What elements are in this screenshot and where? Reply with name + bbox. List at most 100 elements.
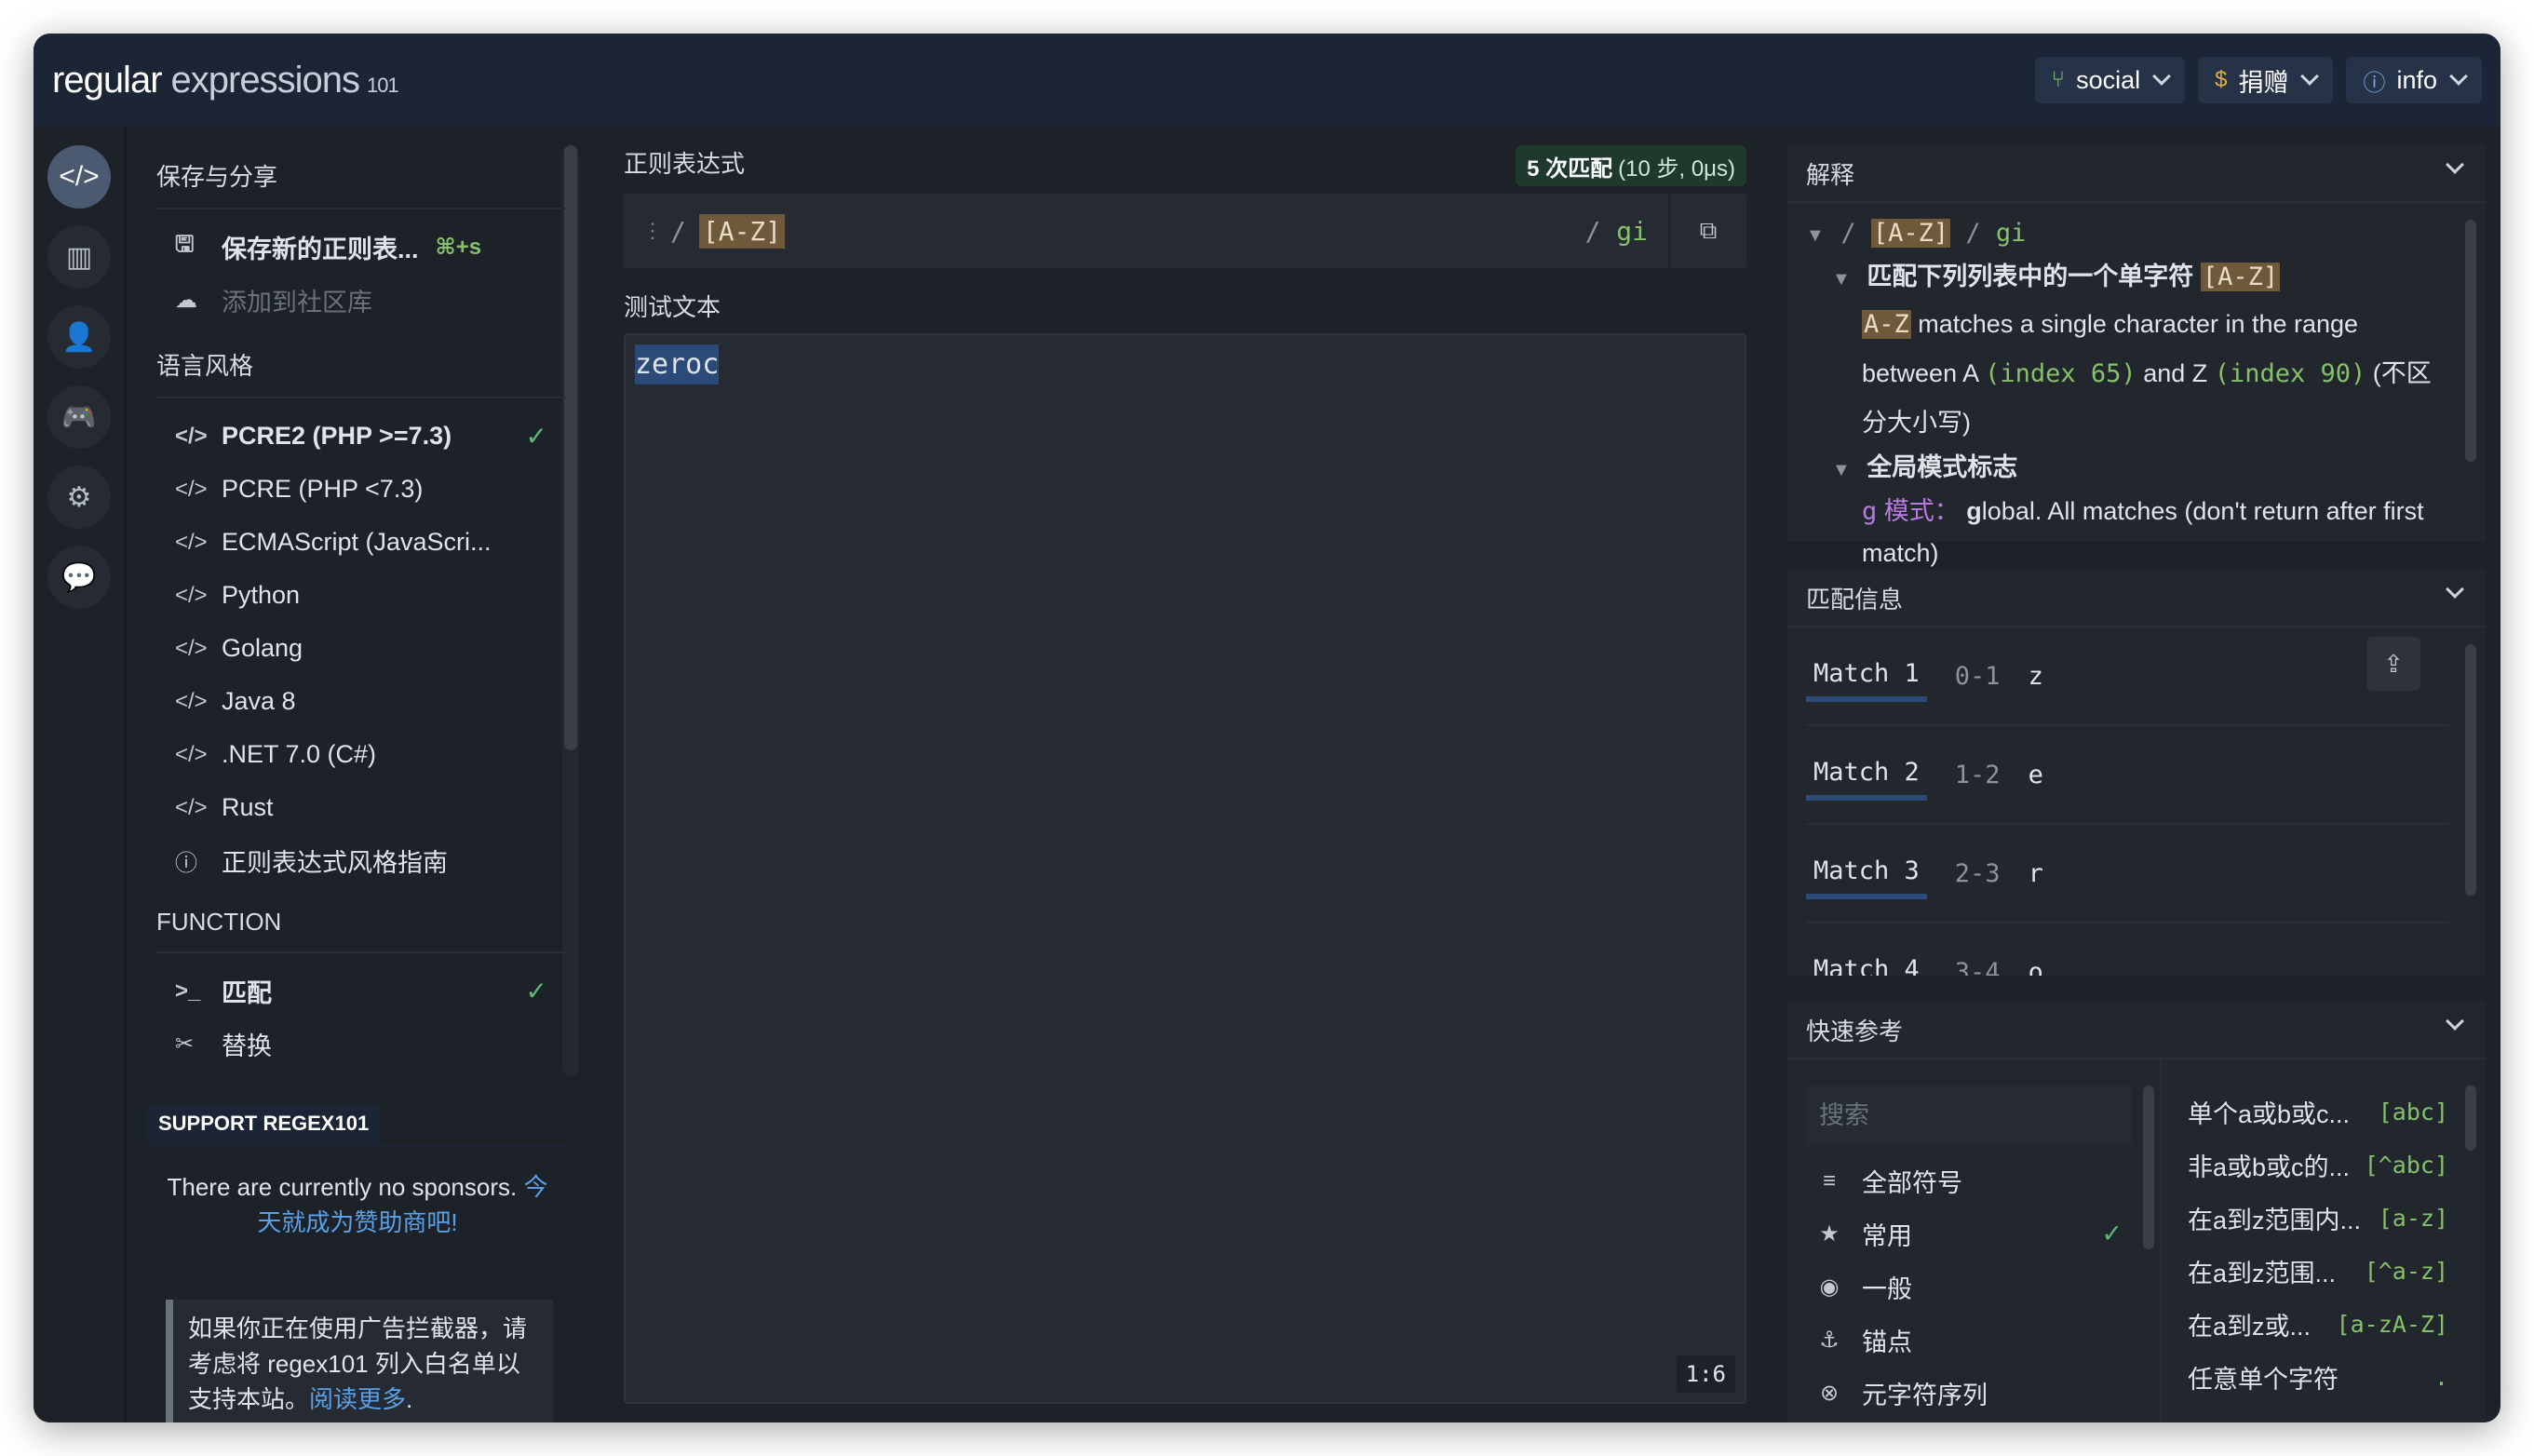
quick-ref-item[interactable]: 非a或b或c的... [^abc] xyxy=(2188,1139,2448,1192)
category-metachars[interactable]: ⊗ 元字符序列 xyxy=(1806,1367,2132,1420)
quick-ref-item[interactable]: 在a到z或... [a-zA-Z] xyxy=(2188,1298,2448,1351)
library-icon[interactable]: ▥ xyxy=(47,225,111,289)
ref-token: [abc] xyxy=(2378,1099,2448,1126)
info-label: info xyxy=(2396,65,2437,94)
support-tag: SUPPORT REGEX101 xyxy=(147,1104,381,1143)
match-row[interactable]: Match 2 1-2 e xyxy=(1806,726,2448,825)
quick-reference-title: 快速参考 xyxy=(1806,1017,1904,1045)
match-row[interactable]: Match 3 2-3 r xyxy=(1806,825,2448,923)
code-icon: </> xyxy=(175,794,208,820)
read-more-link[interactable]: 阅读更多 xyxy=(309,1385,406,1413)
explanation-item-charclass: ▼ 匹配下列列表中的一个单字符 [A-Z] xyxy=(1806,256,2448,300)
collapse-icon[interactable]: ▼ xyxy=(1832,269,1851,290)
code-icon: </> xyxy=(175,476,208,502)
match-row[interactable]: Match 1 0-1 z xyxy=(1806,627,2448,726)
share-icon[interactable]: ⇪ xyxy=(2366,637,2420,691)
code-icon: </> xyxy=(175,529,208,555)
quick-ref-item[interactable]: 在a到z范围内... [a-z] xyxy=(2188,1192,2448,1245)
social-button[interactable]: ⑂ social xyxy=(2034,57,2186,103)
code-icon[interactable]: </> xyxy=(47,145,111,209)
save-shortcut: ⌘+s xyxy=(435,235,482,260)
quick-ref-item[interactable]: 在a到z范围... [^a-z] xyxy=(2188,1245,2448,1298)
terminal-icon: >_ xyxy=(175,977,201,1004)
quick-reference-search[interactable] xyxy=(1806,1085,2132,1145)
root-flags: gi xyxy=(1995,219,2027,248)
match-range: 0-1 xyxy=(1954,661,2001,691)
donate-button[interactable]: $ 捐赠 xyxy=(2198,57,2334,103)
quick-ref-item[interactable]: 任意单个字符. xyxy=(2188,1351,2448,1404)
regex-flags-button[interactable]: / gi xyxy=(1585,216,1648,247)
category-common[interactable]: ★ 常用 ✓ xyxy=(1806,1207,2132,1261)
collapse-icon[interactable]: ▼ xyxy=(1832,460,1851,480)
drag-handle-icon[interactable]: ⋮ xyxy=(642,220,663,243)
flavor-item-python[interactable]: </> Python xyxy=(156,569,566,622)
support-divider xyxy=(147,1145,568,1147)
flavor-item-golang[interactable]: </> Golang xyxy=(156,622,566,675)
explanation-scrollbar[interactable] xyxy=(2465,220,2476,462)
flavor-item-dotnet[interactable]: </> .NET 7.0 (C#) xyxy=(156,728,566,781)
settings-icon[interactable]: ⚙ xyxy=(47,465,111,529)
category-all-tokens[interactable]: ≡ 全部符号 xyxy=(1806,1154,2132,1207)
save-new-regex-button[interactable]: 🖫 保存新的正则表... ⌘+s xyxy=(156,221,566,274)
category-label: 锚点 xyxy=(1862,1328,1912,1356)
gamepad-icon[interactable]: 🎮 xyxy=(47,385,111,449)
quick-reference-header[interactable]: 快速参考 xyxy=(1787,1002,2486,1059)
match-range: 1-2 xyxy=(1954,760,2001,789)
quick-ref-categories-scrollbar[interactable] xyxy=(2143,1085,2154,1249)
flavor-guide-link[interactable]: ⓘ 正则表达式风格指南 xyxy=(156,834,566,887)
collapse-icon[interactable]: ▼ xyxy=(1806,225,1825,246)
category-general[interactable]: ◉ 一般 xyxy=(1806,1261,2132,1314)
test-string-value: zeroc xyxy=(635,344,720,384)
adblock-tail: . xyxy=(406,1385,413,1413)
chevron-down-icon[interactable] xyxy=(2446,155,2464,174)
ref-token: [^abc] xyxy=(2364,1152,2448,1179)
flavor-item-pcre2[interactable]: </> PCRE2 (PHP >=7.3) ✓ xyxy=(156,410,566,463)
code-icon: </> xyxy=(175,741,208,767)
info-button[interactable]: ⓘ info xyxy=(2346,57,2482,103)
ref-desc: 在a到z范围内... xyxy=(2188,1207,2362,1234)
function-item-match[interactable]: >_ 匹配 ✓ xyxy=(156,964,566,1018)
match-info-scrollbar[interactable] xyxy=(2465,644,2476,896)
category-label: 全部符号 xyxy=(1862,1169,1962,1197)
flavor-item-java[interactable]: </> Java 8 xyxy=(156,675,566,728)
match-label: Match 1 xyxy=(1806,650,1927,702)
regex-input[interactable]: ⋮ / [A-Z] / gi ⧉ xyxy=(624,194,1746,268)
explanation-title: 解释 xyxy=(1806,160,1855,189)
scissors-icon: ✂ xyxy=(175,1031,195,1057)
category-anchors[interactable]: ⚓ 锚点 xyxy=(1806,1314,2132,1367)
stack-icon: ≡ xyxy=(1822,1167,1836,1193)
code-icon: </> xyxy=(175,688,208,714)
match-info-header[interactable]: 匹配信息 xyxy=(1787,570,2486,627)
flavor-section-title: 语言风格 xyxy=(156,334,566,398)
match-row[interactable]: Match 4 3-4 o xyxy=(1806,923,2448,977)
flavor-item-rust[interactable]: </> Rust xyxy=(156,781,566,834)
quick-ref-list-scrollbar[interactable] xyxy=(2465,1085,2476,1151)
charclass-token: [A-Z] xyxy=(2200,263,2281,291)
ref-desc: 任意单个字符 xyxy=(2188,1366,2339,1394)
flavor-label: Java 8 xyxy=(222,687,296,715)
test-string-input[interactable]: zeroc 1:6 xyxy=(624,333,1746,1404)
explanation-global-desc: g 模式： global. All matches (don't return … xyxy=(1806,491,2448,573)
logo[interactable]: regular expressions 101 xyxy=(52,60,399,101)
match-label: Match 2 xyxy=(1806,748,1927,801)
chevron-down-icon[interactable] xyxy=(2446,580,2464,599)
flavor-item-pcre[interactable]: </> PCRE (PHP <7.3) xyxy=(156,463,566,516)
function-item-substitution[interactable]: ✂ 替换 xyxy=(156,1018,566,1071)
left-scrollbar[interactable] xyxy=(564,145,577,750)
function-section-title: FUNCTION xyxy=(156,895,566,953)
flavor-item-ecmascript[interactable]: </> ECMAScript (JavaScri... xyxy=(156,516,566,569)
quick-ref-item[interactable]: 单个a或b或c... [abc] xyxy=(2188,1085,2448,1139)
code-icon: </> xyxy=(175,423,208,449)
user-icon[interactable]: 👤 xyxy=(47,305,111,369)
dollar-icon: $ xyxy=(2215,67,2228,92)
function-label: 匹配 xyxy=(222,979,272,1007)
match-value: z xyxy=(2028,661,2043,691)
chevron-down-icon[interactable] xyxy=(2446,1012,2464,1031)
copy-icon[interactable]: ⧉ xyxy=(1668,194,1746,268)
match-value: r xyxy=(2028,858,2043,888)
chat-icon[interactable]: 💬 xyxy=(47,546,111,609)
add-community-label: 添加到社区库 xyxy=(222,289,372,317)
add-community-button[interactable]: ☁ 添加到社区库 xyxy=(156,274,566,327)
explanation-header[interactable]: 解释 xyxy=(1787,145,2486,203)
regex-pattern[interactable]: [A-Z] xyxy=(698,213,786,249)
